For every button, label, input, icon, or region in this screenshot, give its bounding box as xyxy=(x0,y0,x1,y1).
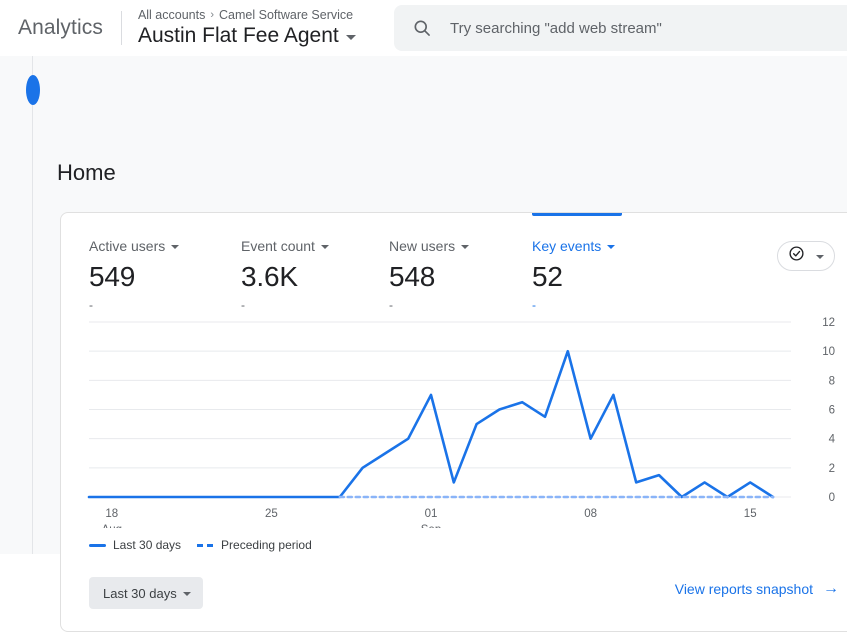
legend-item[interactable]: Preceding period xyxy=(197,538,312,552)
header-divider xyxy=(120,11,122,45)
account-selector[interactable]: All accounts › Camel Software Service Au… xyxy=(138,8,356,49)
card-footer: Last 30 days View reports snapshot → xyxy=(61,569,847,631)
y-axis-tick-label: 2 xyxy=(829,463,835,475)
chevron-down-icon xyxy=(607,245,616,249)
property-name-label: Austin Flat Fee Agent xyxy=(137,23,339,47)
chart-series-line xyxy=(87,349,775,499)
metric-label-text: Key events xyxy=(532,238,602,254)
overview-card: Active users 549- Event count 3.6K - New user… xyxy=(60,212,847,632)
metric-value: 548 xyxy=(389,261,436,292)
metric-value: 549 xyxy=(89,261,136,292)
main-content: Home Active users 549- Event count 3.6K - New… xyxy=(0,56,847,632)
key-events-filter-chip[interactable] xyxy=(777,241,835,271)
search-input[interactable] xyxy=(448,18,847,38)
metric-card-active-users[interactable]: Active users 549 - xyxy=(89,237,180,312)
y-axis-tick-label: 12 xyxy=(822,317,835,329)
chevron-down-icon xyxy=(182,592,191,596)
chevron-right-icon: › xyxy=(210,8,215,21)
metric-value: 52 xyxy=(532,261,563,292)
y-axis-tick-label: 6 xyxy=(829,405,835,417)
metric-value: 3.6K xyxy=(241,261,298,292)
analytics-logo[interactable]: Analytics xyxy=(0,16,103,40)
sidebar-rail-divider xyxy=(26,56,40,554)
breadcrumb-account-name[interactable]: Camel Software Service xyxy=(219,8,353,23)
date-range-label: Last 30 days xyxy=(103,585,177,601)
selected-metric-indicator xyxy=(532,213,622,216)
metric-label[interactable]: Active users xyxy=(89,237,180,255)
metric-delta: - xyxy=(89,298,93,312)
chevron-down-icon xyxy=(320,245,329,249)
chevron-down-icon xyxy=(171,245,180,249)
metric-card-key-events[interactable]: Key events 52 - xyxy=(532,237,616,312)
x-axis-tick-label: 08 xyxy=(584,508,597,520)
x-axis-tick-label: 25 xyxy=(265,508,278,520)
metric-label[interactable]: Key events xyxy=(532,237,616,255)
date-range-selector[interactable]: Last 30 days xyxy=(89,577,203,609)
breadcrumb: All accounts › Camel Software Service xyxy=(138,8,356,23)
legend-swatch-solid xyxy=(89,543,106,547)
legend-label: Last 30 days xyxy=(113,538,182,552)
y-axis-tick-label: 4 xyxy=(829,434,836,446)
metric-delta: - xyxy=(241,298,245,312)
page-title: Home xyxy=(57,160,116,185)
arrow-right-icon: → xyxy=(823,580,839,597)
metric-label-text: New users xyxy=(389,238,456,254)
chevron-down-icon xyxy=(345,35,356,40)
legend-item[interactable]: Last 30 days xyxy=(89,538,181,552)
top-bar: Analytics All accounts › Camel Software … xyxy=(0,0,847,56)
y-axis-tick-label: 10 xyxy=(822,346,835,358)
chevron-down-icon xyxy=(461,245,470,249)
x-axis-month-label: Sep xyxy=(421,524,441,528)
metric-label-text: Active users xyxy=(89,238,166,254)
metric-delta: - xyxy=(389,298,393,312)
y-axis-tick-label: 0 xyxy=(829,492,835,504)
breadcrumb-all-accounts[interactable]: All accounts xyxy=(138,8,205,23)
x-axis-tick-label: 15 xyxy=(744,508,757,520)
search-icon xyxy=(412,18,432,38)
chevron-down-icon xyxy=(816,255,824,259)
metric-card-new-users[interactable]: New users 548 - xyxy=(389,237,470,312)
metric-delta: - xyxy=(532,298,536,312)
metric-label[interactable]: Event count xyxy=(241,237,329,255)
legend-label: Preceding period xyxy=(221,538,312,552)
property-name[interactable]: Austin Flat Fee Agent xyxy=(138,23,356,49)
y-axis-tick-label: 8 xyxy=(829,375,835,387)
metric-card-event-count[interactable]: Event count 3.6K - xyxy=(241,237,329,312)
search-bar[interactable] xyxy=(394,5,847,51)
metric-label-text: Event count xyxy=(241,238,315,254)
check-circle-icon xyxy=(788,245,805,267)
chart-legend: Last 30 days Preceding period xyxy=(89,538,312,552)
key-events-line-chart[interactable]: 0 2 4 6 8 10 12 18 Aug 25 01 Sep 08 15 xyxy=(61,313,847,536)
x-axis-month-label: Aug xyxy=(102,524,122,528)
metric-label[interactable]: New users xyxy=(389,237,470,255)
chart-svg: 0 2 4 6 8 10 12 18 Aug 25 01 Sep 08 15 xyxy=(87,317,836,536)
x-axis-tick-label: 18 xyxy=(105,508,118,520)
view-reports-snapshot-link[interactable]: View reports snapshot → xyxy=(674,580,839,598)
x-axis-tick-label: 01 xyxy=(425,508,438,520)
view-reports-label: View reports snapshot xyxy=(674,581,813,597)
legend-swatch-dashed xyxy=(197,543,215,547)
sidebar-collapsed-indicator[interactable] xyxy=(26,75,40,105)
